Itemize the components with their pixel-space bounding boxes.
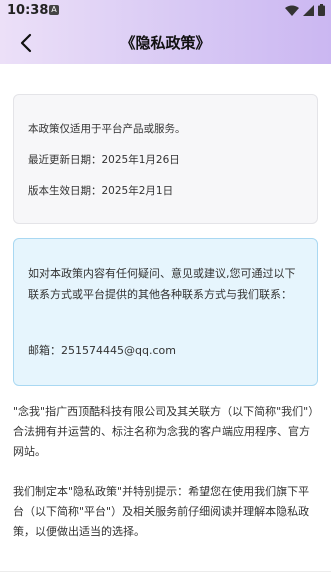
navigation-bar: 《隐私政策》 — [0, 22, 331, 64]
effective-date-text: 版本生效日期：2025年2月1日 — [28, 185, 174, 197]
top-bar: 10:38 A 《隐私政策》 — [0, 0, 331, 64]
contact-email: 邮箱：251574445@qq.com — [28, 344, 176, 357]
contact-card: 如对本政策内容有任何疑问、意见或建议,您可通过以下联系方式或平台提供的其他各种联… — [13, 238, 318, 386]
status-bar: 10:38 A — [0, 0, 331, 22]
notification-app-icon: A — [49, 5, 59, 15]
wifi-icon — [285, 5, 299, 16]
system-icons — [285, 4, 325, 16]
intro-paragraph: "念我"指广西顶酷科技有限公司及其关联方（以下简称"我们"）合法拥有并运营的、标… — [13, 405, 314, 458]
last-updated-text: 最近更新日期：2025年1月26日 — [28, 154, 180, 166]
battery-icon — [318, 4, 325, 16]
signal-icon — [303, 4, 314, 16]
notice-paragraph: 我们制定本"隐私政策"并特别提示：希望您在使用我们旗下平台（以下简称"平台"）及… — [13, 485, 310, 538]
contact-text: 如对本政策内容有任何疑问、意见或建议,您可通过以下联系方式或平台提供的其他各种联… — [28, 267, 296, 301]
applies-to-text: 本政策仅适用于平台产品或服务。 — [28, 123, 186, 135]
status-time: 10:38 — [7, 3, 49, 18]
policy-info-card: 本政策仅适用于平台产品或服务。 最近更新日期：2025年1月26日 版本生效日期… — [13, 94, 318, 224]
bottom-divider — [0, 571, 331, 572]
page-title: 《隐私政策》 — [120, 34, 211, 52]
